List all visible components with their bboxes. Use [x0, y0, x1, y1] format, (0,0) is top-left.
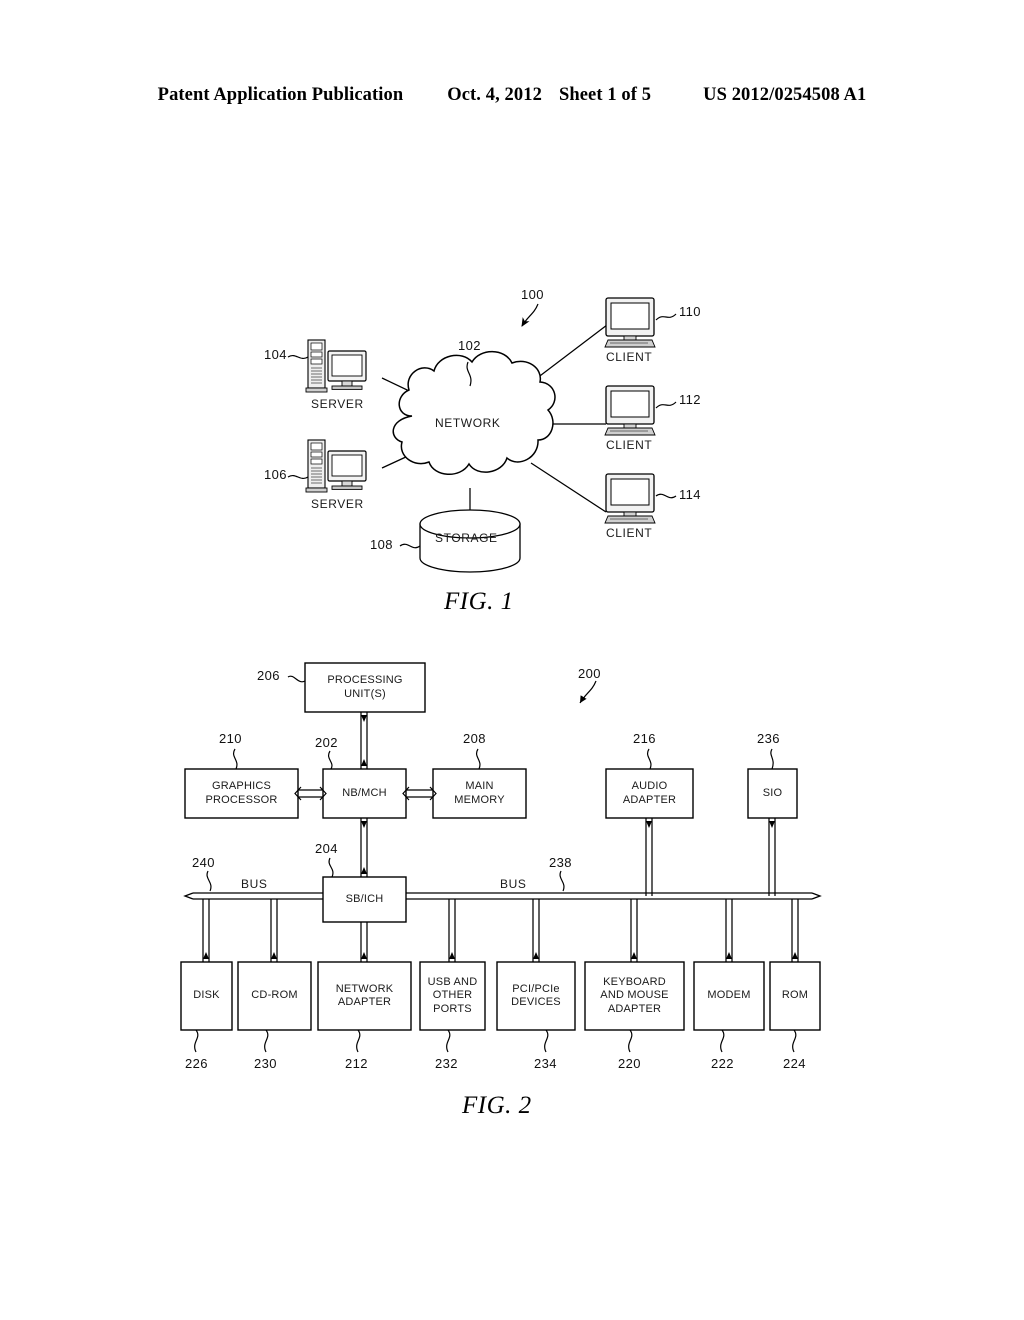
fig1-ref-100: 100	[521, 287, 544, 302]
fig2-ref-204: 204	[315, 841, 338, 856]
header-sheet-number: Sheet 1 of 5	[558, 85, 652, 105]
fig1-ref-102: 102	[458, 338, 481, 353]
fig2-ref-206: 206	[257, 668, 280, 683]
fig2-ref-238: 238	[549, 855, 572, 870]
fig1-node-label-client-112: CLIENT	[606, 438, 653, 452]
block-network-adapter[interactable]: NETWORK ADAPTER	[318, 962, 411, 1030]
header-publication-title: Patent Application Publication	[157, 85, 404, 105]
fig1-node-label-client-114: CLIENT	[606, 526, 653, 540]
block-label-line: PCI/PCIe	[512, 982, 560, 995]
block-sio[interactable]: SIO	[748, 769, 797, 818]
fig1-node-label-network: NETWORK	[435, 416, 501, 430]
fig2-ref-200: 200	[578, 666, 601, 681]
block-pci-devices[interactable]: PCI/PCIe DEVICES	[497, 962, 575, 1030]
fig2-ref-208: 208	[463, 731, 486, 746]
block-label-line: NETWORK	[335, 982, 394, 995]
fig2-bus-lines	[183, 892, 822, 900]
client-icon-112	[604, 385, 656, 436]
block-usb-ports[interactable]: USB AND OTHER PORTS	[420, 962, 485, 1030]
fig2-ref-220: 220	[618, 1056, 641, 1071]
fig2-ref-202: 202	[315, 735, 338, 750]
block-processing-unit[interactable]: PROCESSING UNIT(S)	[305, 663, 425, 712]
block-main-memory[interactable]: MAIN MEMORY	[433, 769, 526, 818]
block-label-line: ADAPTER	[607, 1002, 662, 1015]
header-publication-date: Oct. 4, 2012	[447, 85, 542, 105]
client-icon-110	[604, 297, 656, 348]
server-icon-104	[305, 339, 367, 393]
block-label-line: USB AND	[427, 975, 478, 988]
fig1-node-label-storage: STORAGE	[435, 531, 498, 545]
block-audio-adapter[interactable]: AUDIO ADAPTER	[606, 769, 693, 818]
block-label-line: ADAPTER	[622, 793, 677, 806]
fig2-ref-222: 222	[711, 1056, 734, 1071]
block-label-line: NB/MCH	[342, 786, 387, 799]
block-label-line: SB/ICH	[345, 892, 384, 905]
block-label-line: AND MOUSE	[600, 989, 669, 1002]
block-graphics-processor[interactable]: GRAPHICS PROCESSOR	[185, 769, 298, 818]
fig1-ref-108: 108	[370, 537, 393, 552]
block-label-line: DEVICES	[511, 996, 561, 1008]
block-label-line: UNIT(S)	[344, 687, 386, 700]
block-label-line: KEYBOARD	[603, 975, 666, 988]
publication-header: Patent Application Publication Oct. 4, 2…	[0, 85, 1024, 106]
block-sb-ich[interactable]: SB/ICH	[323, 877, 406, 922]
figure-2-caption: FIG. 2	[462, 1092, 532, 1119]
block-label-line: ADAPTER	[337, 996, 392, 1008]
fig2-ref-240: 240	[192, 855, 215, 870]
block-label-line: MAIN	[465, 780, 494, 792]
fig2-connectors	[202, 712, 799, 962]
fig1-node-label-client-110: CLIENT	[606, 350, 653, 364]
block-nb-mch[interactable]: NB/MCH	[323, 769, 406, 818]
block-label-line: CD-ROM	[251, 989, 298, 1002]
block-label-line: PROCESSOR	[205, 793, 278, 806]
block-label-line: MEMORY	[454, 793, 505, 806]
fig2-ref-226: 226	[185, 1056, 208, 1071]
fig2-ref-230: 230	[254, 1056, 277, 1071]
block-label-line: MODEM	[707, 989, 751, 1002]
block-label-line: SIO	[762, 786, 783, 799]
block-label-line: PROCESSING	[327, 674, 403, 686]
fig1-ref-106: 106	[264, 467, 287, 482]
fig2-ref-210: 210	[219, 731, 242, 746]
block-keyboard-mouse[interactable]: KEYBOARD AND MOUSE ADAPTER	[585, 962, 684, 1030]
block-label-line: DISK	[193, 989, 220, 1002]
fig1-ref-112: 112	[679, 392, 701, 407]
fig2-ref-236: 236	[757, 731, 780, 746]
fig1-node-label-server-104: SERVER	[311, 397, 364, 411]
block-disk[interactable]: DISK	[181, 962, 232, 1030]
fig2-ref-224: 224	[783, 1056, 806, 1071]
figure-1-caption: FIG. 1	[444, 588, 514, 615]
fig2-bus-label-left: BUS	[241, 877, 268, 891]
block-label-line: ROM	[781, 989, 809, 1002]
client-icon-114	[604, 473, 656, 524]
figure-1-drawing	[287, 297, 677, 573]
fig2-ref-216: 216	[633, 731, 656, 746]
server-icon-106	[305, 439, 367, 493]
header-patent-number: US 2012/0254508 A1	[703, 85, 867, 105]
fig2-bus-label-right: BUS	[500, 877, 527, 891]
network-cloud-shape	[392, 350, 556, 475]
block-modem[interactable]: MODEM	[694, 962, 764, 1030]
block-label-line: GRAPHICS	[211, 780, 272, 792]
block-label-line: PORTS	[433, 1002, 472, 1015]
fig2-ref-212: 212	[345, 1056, 368, 1071]
block-cd-rom[interactable]: CD-ROM	[238, 962, 311, 1030]
block-rom[interactable]: ROM	[770, 962, 820, 1030]
fig1-ref-110: 110	[679, 304, 701, 319]
block-label-line: AUDIO	[631, 780, 668, 792]
figure-2-drawing	[180, 662, 822, 1053]
block-label-line: OTHER	[432, 989, 473, 1002]
fig1-ref-104: 104	[264, 347, 287, 362]
fig2-ref-234: 234	[534, 1056, 557, 1071]
fig1-ref-114: 114	[679, 487, 701, 502]
fig2-ref-232: 232	[435, 1056, 458, 1071]
fig1-node-label-server-106: SERVER	[311, 497, 364, 511]
patent-page: Patent Application Publication Oct. 4, 2…	[0, 0, 1024, 1320]
